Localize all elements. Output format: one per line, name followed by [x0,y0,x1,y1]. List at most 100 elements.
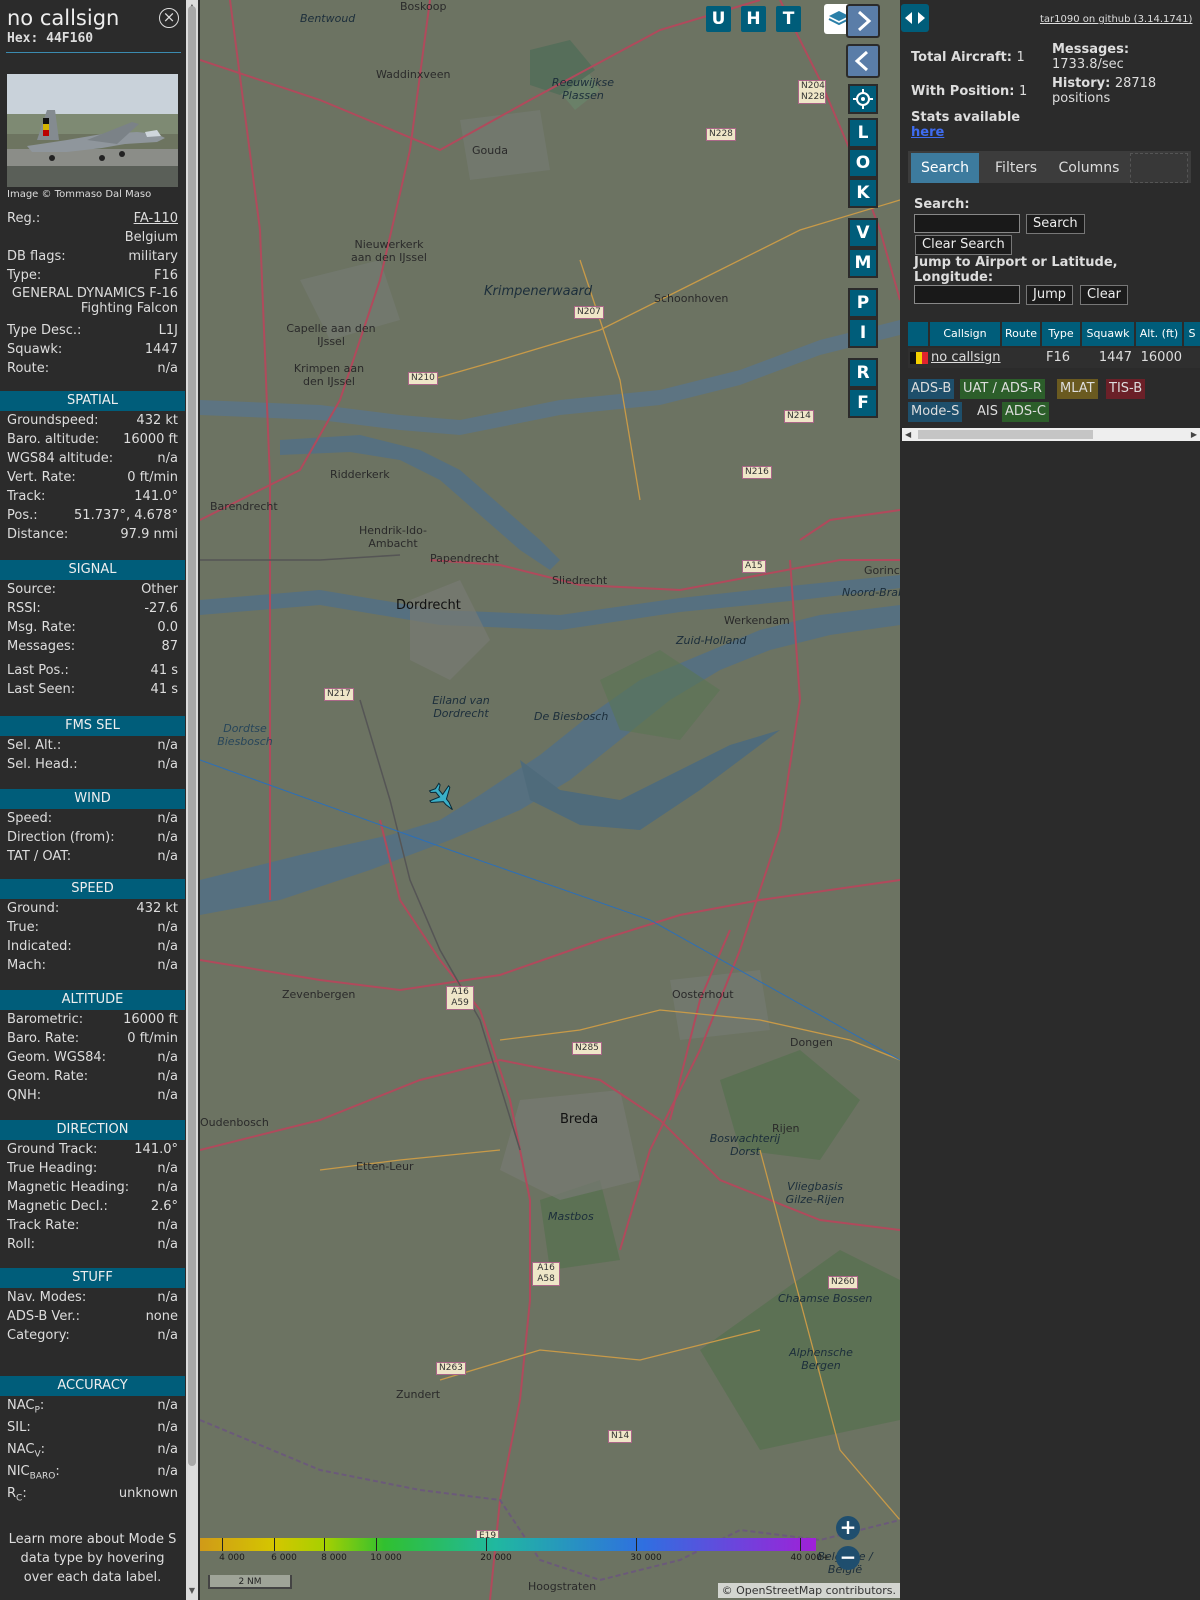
accuracy-label-text: NAC [7,1442,35,1457]
wind-label[interactable]: Speed: [7,811,52,826]
info-scrollbar[interactable]: ▲ ▼ [186,0,198,1600]
speed-label[interactable]: Indicated: [7,939,72,954]
altitude-label[interactable]: QNH: [7,1088,41,1103]
jump-button[interactable]: Jump [1026,285,1073,305]
speed-label[interactable]: Ground: [7,901,59,916]
altitude-label[interactable]: Baro. Rate: [7,1031,79,1046]
map-button-o[interactable]: O [848,148,878,178]
speed-label[interactable]: True: [7,920,39,935]
speed-label[interactable]: Mach: [7,958,46,973]
map-attribution[interactable]: © OpenStreetMap contributors. [717,1583,900,1598]
github-link[interactable]: tar1090 on github (3.14.1741) [1040,14,1192,25]
direction-label[interactable]: Magnetic Decl.: [7,1199,108,1214]
close-icon[interactable]: × [159,8,179,28]
map-button-u[interactable]: U [706,6,731,32]
stuff-label[interactable]: ADS-B Ver.: [7,1309,80,1324]
spatial-label[interactable]: Vert. Rate: [7,470,76,485]
altitude-tick-mark [324,1538,325,1551]
stuff-label[interactable]: Nav. Modes: [7,1290,86,1305]
table-row[interactable]: no callsign F16 1447 16000 [908,348,1200,368]
signal-label[interactable]: Msg. Rate: [7,620,76,635]
direction-label[interactable]: Ground Track: [7,1142,97,1157]
settings-button[interactable] [848,84,878,114]
accuracy-label[interactable]: SIL: [7,1420,31,1435]
spatial-label[interactable]: Track: [7,489,45,504]
map-button-h[interactable]: H [741,6,766,32]
clear-search-button[interactable]: Clear Search [915,235,1012,255]
scroll-right-arrow[interactable]: ▶ [1191,428,1197,441]
chevron-left-icon [854,50,869,72]
accuracy-label-suffix: : [22,1486,27,1501]
tab-search[interactable]: Search [911,153,979,183]
th-squawk[interactable]: Squawk [1082,322,1134,346]
map-button-r[interactable]: R [848,358,878,388]
scroll-down-arrow[interactable]: ▼ [186,1586,198,1595]
signal-label[interactable]: Source: [7,582,56,597]
search-input[interactable] [914,214,1020,233]
signal-label[interactable]: Last Pos.: [7,663,69,678]
scroll-left-arrow[interactable]: ◀ [905,428,911,441]
signal-label[interactable]: RSSI: [7,601,41,616]
zoom-in-button[interactable]: + [836,1516,860,1540]
altitude-label[interactable]: Geom. WGS84: [7,1050,106,1065]
reg-link[interactable]: FA-110 [134,211,178,226]
jump-input[interactable] [914,285,1020,304]
altitude-label[interactable]: Geom. Rate: [7,1069,88,1084]
map-button-m[interactable]: M [848,248,878,278]
jump-label: Jump to Airport or Latitude, Longitude: [914,255,1118,285]
spatial-label[interactable]: Groundspeed: [7,413,98,428]
signal-label[interactable]: Messages: [7,639,75,654]
fms-label[interactable]: Sel. Head.: [7,757,78,772]
map-button-t[interactable]: T [776,6,801,32]
scrollbar-thumb[interactable] [188,6,196,1466]
expand-panel-button[interactable] [846,4,880,38]
signal-label[interactable]: Last Seen: [7,682,75,697]
stats-link[interactable]: here [911,125,1020,140]
wind-label[interactable]: Direction (from): [7,830,115,845]
direction-label[interactable]: Track Rate: [7,1218,79,1233]
map-button-l[interactable]: L [848,118,878,148]
map-button-p[interactable]: P [848,288,878,318]
direction-label[interactable]: True Heading: [7,1161,97,1176]
map-button-f[interactable]: F [848,388,878,418]
fms-label[interactable]: Sel. Alt.: [7,738,61,753]
direction-label[interactable]: Roll: [7,1237,35,1252]
row-callsign[interactable]: no callsign [931,350,1001,365]
tab-columns[interactable]: Columns [1052,153,1126,183]
accuracy-label[interactable]: NACP: [7,1398,44,1416]
zoom-out-button[interactable]: − [836,1546,860,1570]
direction-label[interactable]: Magnetic Heading: [7,1180,129,1195]
th-route[interactable]: Route [1002,322,1040,346]
map-button-i[interactable]: I [848,318,878,348]
spatial-label[interactable]: Pos.: [7,508,38,523]
search-label: Search: [914,197,970,212]
clear-button[interactable]: Clear [1080,285,1128,305]
tab-filters[interactable]: Filters [984,153,1048,183]
wind-label[interactable]: TAT / OAT: [7,849,71,864]
search-button[interactable]: Search [1026,214,1085,234]
th-flag[interactable] [908,322,928,346]
hscroll-thumb[interactable] [918,430,1093,439]
accuracy-label[interactable]: NACV: [7,1442,45,1460]
th-callsign[interactable]: Callsign [930,322,1000,346]
th-type[interactable]: Type [1042,322,1080,346]
accuracy-label[interactable]: RC: [7,1486,27,1504]
altitude-label[interactable]: Barometric: [7,1012,83,1027]
map-button-k[interactable]: K [848,178,878,208]
table-horizontal-scrollbar[interactable]: ◀ ▶ [902,428,1200,441]
place-label: Gouda [472,144,508,157]
collapse-panel-button[interactable] [846,44,880,78]
aircraft-marker-icon[interactable] [428,782,458,814]
th-speed[interactable]: S [1184,322,1200,346]
accuracy-label[interactable]: NICBARO: [7,1464,60,1482]
aircraft-photo[interactable] [7,74,178,187]
map-view[interactable]: Boskoop Bentwoud Waddinxveen Reeuwijkse Pla… [200,0,900,1600]
spatial-label[interactable]: Distance: [7,527,68,542]
spatial-label[interactable]: Baro. altitude: [7,432,99,447]
spatial-label[interactable]: WGS84 altitude: [7,451,113,466]
messages-stat: Messages: 1733.8/sec [1052,42,1192,72]
toggle-sidebar-button[interactable] [901,4,929,32]
map-button-v[interactable]: V [848,218,878,248]
th-altitude[interactable]: Alt. (ft) [1136,322,1182,346]
stuff-label[interactable]: Category: [7,1328,70,1343]
